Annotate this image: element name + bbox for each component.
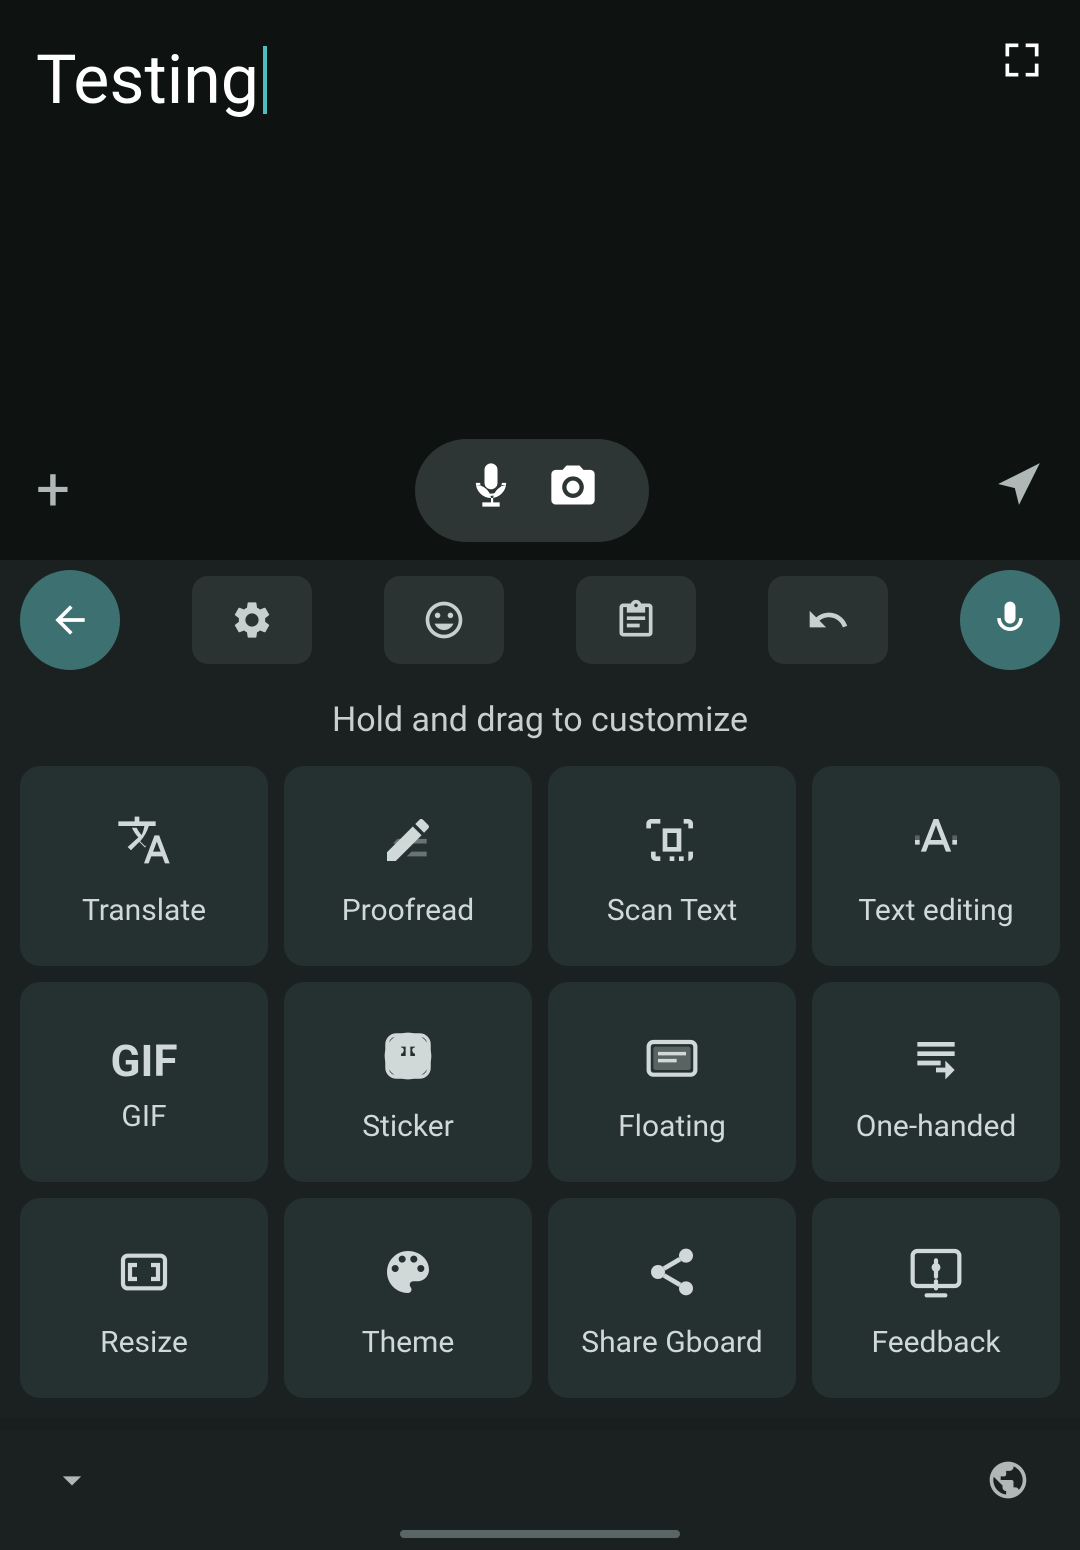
send-button[interactable]	[994, 459, 1044, 522]
bottom-bar	[0, 1430, 1080, 1550]
floating-icon	[644, 1028, 700, 1093]
resize-button[interactable]: Resize	[20, 1198, 268, 1398]
hint-text: Hold and drag to customize	[0, 680, 1080, 766]
expand-icon[interactable]	[1000, 38, 1044, 92]
scan-text-button[interactable]: Scan Text	[548, 766, 796, 966]
translate-button[interactable]: Translate	[20, 766, 268, 966]
one-handed-button[interactable]: One-handed	[812, 982, 1060, 1182]
gif-button[interactable]: GIF GIF	[20, 982, 268, 1182]
theme-button[interactable]: Theme	[284, 1198, 532, 1398]
gif-icon: GIF	[110, 1039, 177, 1083]
translate-label: Translate	[82, 893, 206, 928]
toolbar-mic-button[interactable]	[960, 570, 1060, 670]
share-gboard-button[interactable]: Share Gboard	[548, 1198, 796, 1398]
emoji-button[interactable]	[384, 576, 504, 664]
share-gboard-label: Share Gboard	[581, 1325, 762, 1360]
scan-text-label: Scan Text	[607, 893, 737, 928]
input-row: +	[0, 420, 1080, 560]
typed-text: Testing	[36, 40, 259, 120]
toolbar-row	[0, 560, 1080, 680]
feedback-button[interactable]: Feedback	[812, 1198, 1060, 1398]
theme-icon	[380, 1244, 436, 1309]
sticker-icon	[380, 1028, 436, 1093]
proofread-button[interactable]: Proofread	[284, 766, 532, 966]
clipboard-button[interactable]	[576, 576, 696, 664]
proofread-icon	[380, 812, 436, 877]
plus-button[interactable]: +	[36, 460, 70, 520]
resize-label: Resize	[100, 1325, 188, 1360]
text-cursor	[263, 46, 267, 114]
camera-button[interactable]	[547, 459, 599, 522]
translate-icon	[116, 812, 172, 877]
text-content: Testing	[36, 40, 267, 120]
scan-text-icon	[644, 812, 700, 877]
features-grid: Translate Proofread Scan Text Te	[0, 766, 1080, 1418]
undo-button[interactable]	[768, 576, 888, 664]
sticker-label: Sticker	[362, 1109, 454, 1144]
globe-icon[interactable]	[986, 1458, 1030, 1513]
text-editing-icon	[908, 812, 964, 877]
resize-icon	[116, 1244, 172, 1309]
mic-button[interactable]	[465, 459, 517, 522]
sticker-button[interactable]: Sticker	[284, 982, 532, 1182]
theme-label: Theme	[362, 1325, 455, 1360]
feedback-icon	[908, 1244, 964, 1309]
text-area[interactable]: Testing	[0, 0, 1080, 420]
proofread-label: Proofread	[342, 893, 474, 928]
floating-button[interactable]: Floating	[548, 982, 796, 1182]
home-indicator	[400, 1530, 680, 1538]
feedback-label: Feedback	[871, 1325, 1000, 1360]
gif-label: GIF	[121, 1099, 166, 1134]
share-icon	[644, 1244, 700, 1309]
one-handed-icon	[908, 1028, 964, 1093]
mic-camera-group	[415, 439, 649, 542]
text-editing-label: Text editing	[858, 893, 1013, 928]
one-handed-label: One-handed	[856, 1109, 1017, 1144]
back-button[interactable]	[20, 570, 120, 670]
floating-label: Floating	[618, 1109, 726, 1144]
text-editing-button[interactable]: Text editing	[812, 766, 1060, 966]
settings-button[interactable]	[192, 576, 312, 664]
chevron-down-button[interactable]	[50, 1458, 94, 1513]
